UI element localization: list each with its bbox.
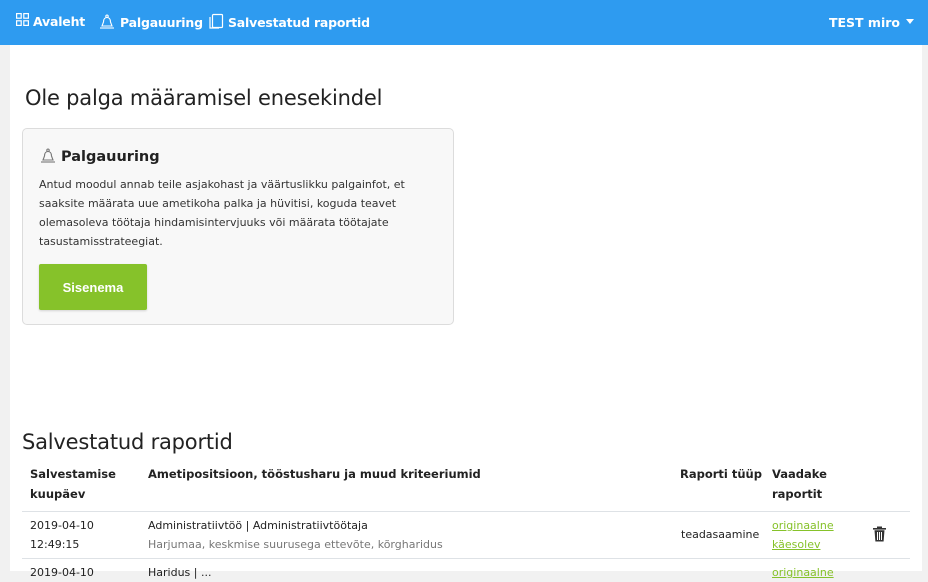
card-title-text: Palgauuring <box>61 149 160 165</box>
link-original-report[interactable]: originaalne <box>772 516 834 535</box>
row-time: 12:49:15 <box>30 538 80 551</box>
row-date: 2019-04-10 <box>30 519 94 532</box>
enter-button[interactable]: Sisenema <box>39 264 147 310</box>
row-criteria: Harjumaa, keskmise suurusega ettevõte, k… <box>148 538 443 551</box>
table-divider <box>22 511 910 512</box>
saved-reports-title: Salvestatud raportid <box>22 430 233 454</box>
nav-label: Palgauuring <box>120 15 203 30</box>
nav-label: Salvestatud raportid <box>228 15 370 30</box>
row-position: Administratiivtöö | Administratiivtöötaj… <box>148 519 368 532</box>
grid-icon <box>16 13 33 29</box>
link-original-report[interactable]: originaalne <box>772 563 834 582</box>
column-header-type: Raporti tüüp <box>680 467 762 481</box>
link-current-report[interactable]: käesolev <box>772 535 820 554</box>
user-menu[interactable]: TEST miro <box>829 15 914 30</box>
bell-icon <box>98 12 120 33</box>
row-type: teadasaamine <box>681 528 760 541</box>
row-date: 2019-04-10 <box>30 566 94 579</box>
copy-icon <box>208 13 228 32</box>
column-header-date: Salvestamise kuupäev <box>30 467 116 501</box>
user-name: TEST miro <box>828 15 900 30</box>
row-position: Haridus | ... <box>148 566 212 579</box>
table-divider <box>22 558 910 559</box>
column-header-view: Vaadake raportit <box>772 467 827 501</box>
column-header-position: Ametipositsioon, tööstusharu ja muud kri… <box>148 467 481 481</box>
card-title: Palgauuring <box>39 146 160 168</box>
bell-icon <box>39 146 61 168</box>
salary-survey-card: Palgauuring Antud moodul annab teile asj… <box>22 128 454 325</box>
card-description: Antud moodul annab teile asjakohast ja v… <box>39 178 405 248</box>
trash-icon[interactable] <box>872 526 887 546</box>
caret-down-icon <box>906 19 914 24</box>
nav-item-dashboard[interactable]: Avaleht <box>16 13 85 29</box>
page-title: Ole palga määramisel enesekindel <box>25 86 383 110</box>
nav-item-salary-survey[interactable]: Palgauuring <box>98 12 203 33</box>
nav-item-saved-reports[interactable]: Salvestatud raportid <box>208 13 370 32</box>
top-navbar: Avaleht Palgauuring Salvestatud raportid… <box>0 0 928 45</box>
nav-label: Avaleht <box>33 13 86 29</box>
